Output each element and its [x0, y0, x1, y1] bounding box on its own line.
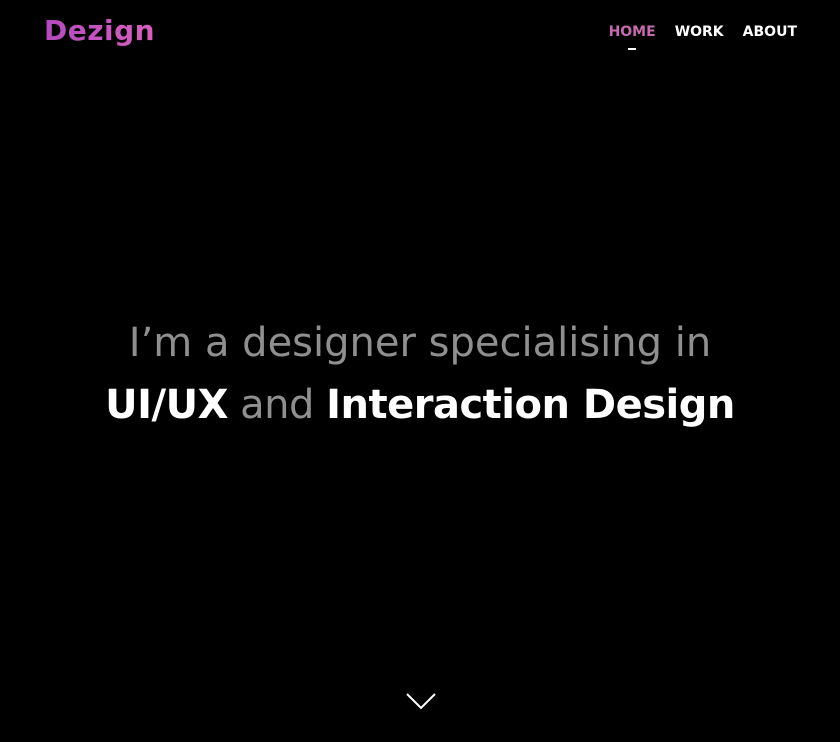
specialty-interaction-design: Interaction Design: [326, 382, 735, 428]
hero-specialty-line: UI/UX and Interaction Design: [0, 373, 840, 437]
specialty-uiux: UI/UX: [105, 382, 228, 428]
nav-home-label: HOME: [608, 24, 656, 40]
brand-logo[interactable]: Dezign: [44, 14, 155, 47]
main-nav: HOME WORK ABOUT: [608, 24, 797, 50]
hero-intro-line: I’m a designer specialising in: [128, 320, 712, 366]
nav-about-link[interactable]: ABOUT: [743, 24, 797, 41]
landing-page: Dezign HOME WORK ABOUT I’m a designer sp…: [0, 0, 840, 742]
nav-work-label: WORK: [674, 24, 724, 40]
chevron-down-icon[interactable]: [405, 690, 437, 712]
nav-home-link[interactable]: HOME: [608, 24, 656, 50]
nav-about-label: ABOUT: [742, 24, 797, 40]
specialty-connector: and: [227, 382, 327, 428]
chevron-down-icon-graphic: [406, 693, 436, 710]
active-nav-indicator: [628, 48, 637, 50]
nav-work-link[interactable]: WORK: [675, 24, 724, 41]
hero-section: I’m a designer specialising in UI/UX and…: [0, 313, 840, 437]
